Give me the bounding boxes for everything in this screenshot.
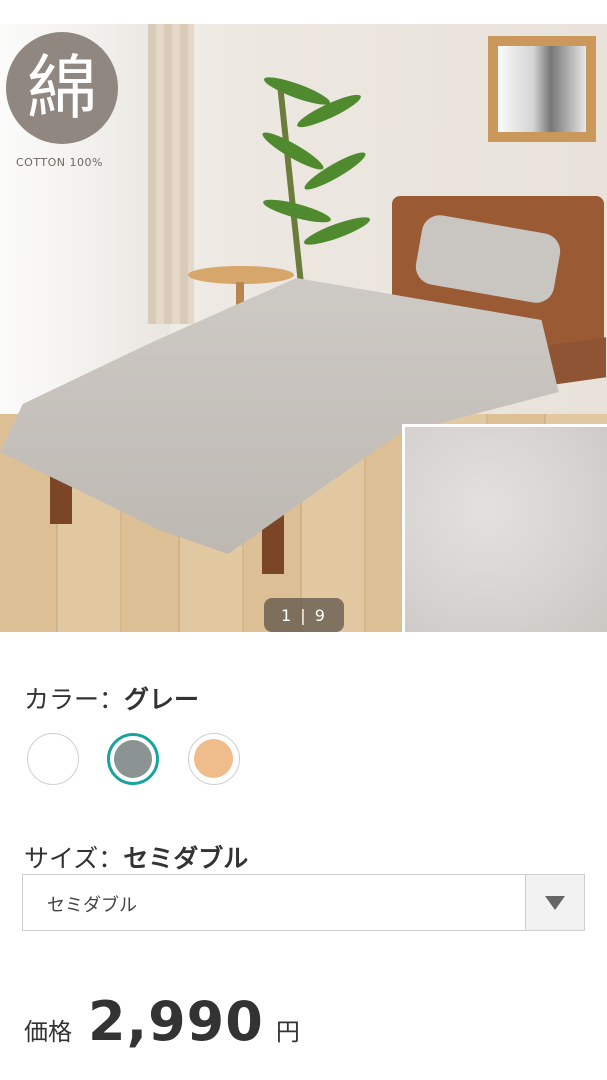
color-selected-value: グレー <box>124 685 200 714</box>
cotton-badge: 綿 COTTON 100% <box>6 32 118 172</box>
color-label: カラー：グレー <box>24 680 199 716</box>
price-value: 2,990 <box>88 990 264 1053</box>
cotton-badge-circle: 綿 <box>6 32 118 144</box>
size-dropdown[interactable]: セミダブル <box>22 874 585 931</box>
size-dropdown-button[interactable] <box>525 875 584 930</box>
price: 価格 2,990 円 <box>24 990 300 1053</box>
price-label: 価格 <box>24 1018 72 1046</box>
price-unit: 円 <box>275 1018 300 1046</box>
image-wall-art <box>488 36 596 142</box>
color-swatch-gray[interactable] <box>107 733 159 785</box>
size-label-prefix: サイズ： <box>24 844 124 873</box>
fabric-closeup-inset <box>402 424 607 632</box>
size-selected-value: セミダブル <box>123 844 249 873</box>
color-label-prefix: カラー： <box>24 685 125 714</box>
image-curtain <box>148 24 194 324</box>
cotton-badge-label: COTTON 100% <box>16 156 103 169</box>
size-dropdown-value: セミダブル <box>47 895 137 916</box>
color-swatch-beige[interactable] <box>188 733 240 785</box>
chevron-down-icon <box>545 895 565 910</box>
color-swatch-white[interactable] <box>27 733 79 785</box>
cotton-kanji: 綿 <box>27 47 97 129</box>
image-page-indicator: 1 | 9 <box>264 598 344 632</box>
size-label: サイズ：セミダブル <box>24 839 248 875</box>
product-image-gallery[interactable]: 綿 COTTON 100% 1 | 9 <box>0 24 607 632</box>
